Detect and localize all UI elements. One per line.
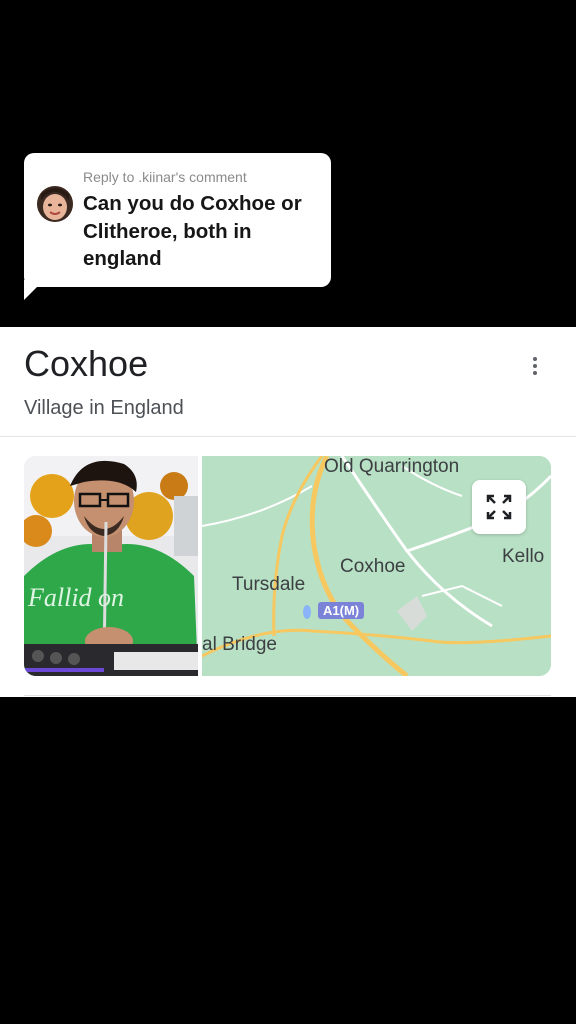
place-subtitle: Village in England [24, 397, 184, 419]
video-photo[interactable]: Fallid on [24, 456, 198, 676]
map-label-tursdale: Tursdale [232, 574, 306, 595]
commenter-avatar [37, 186, 73, 222]
expand-icon [486, 494, 512, 520]
reply-comment-bubble[interactable]: Reply to .kiinar's comment Can you do Co… [24, 153, 331, 287]
map-label-al-bridge: al Bridge [202, 634, 277, 655]
reply-header: Reply to .kiinar's comment [83, 169, 247, 185]
place-title: Coxhoe [24, 343, 149, 384]
bottom-divider [24, 695, 551, 696]
map-label-old-quarrington: Old Quarrington [324, 456, 460, 477]
bubble-tail [24, 280, 44, 300]
map-label-kello: Kello [502, 546, 545, 567]
road-badge-a1m: A1(M) [318, 602, 365, 619]
map-label-coxhoe: Coxhoe [340, 556, 406, 577]
shirt-lettering: Fallid on [27, 583, 124, 612]
place-card: Coxhoe Village in England Fallid on Old … [0, 327, 576, 697]
reply-comment-text: Can you do Coxhoe or Clitheroe, both in … [83, 192, 302, 270]
more-options-icon[interactable] [530, 357, 540, 379]
expand-map-button[interactable] [472, 480, 526, 534]
divider [0, 436, 576, 437]
location-map[interactable]: Old Quarrington Coxhoe Tursdale Kello al… [202, 456, 551, 676]
